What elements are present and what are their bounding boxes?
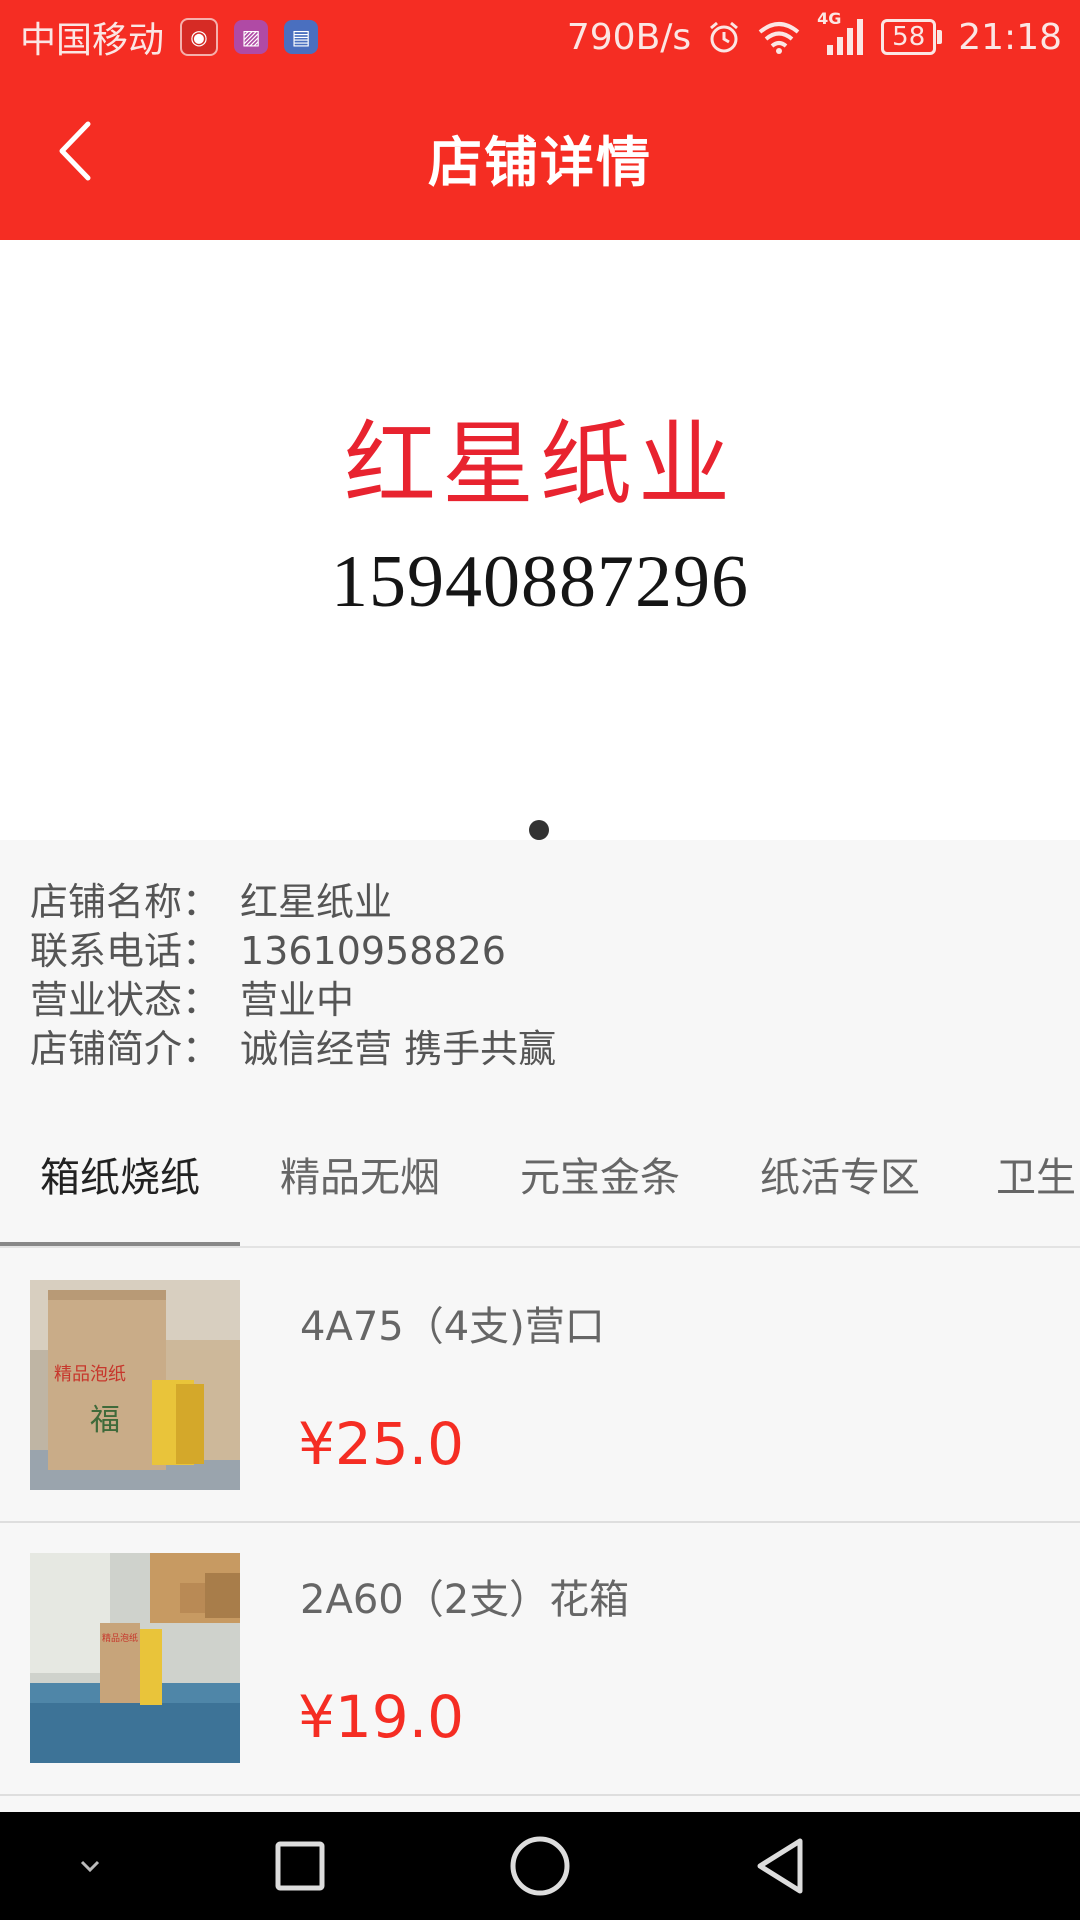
shop-banner[interactable]: 红星纸业 15940887296 [0, 240, 1080, 840]
status-bar-left: 中国移动 ◉ ▨ ▤ [20, 11, 319, 63]
info-row-status: 营业状态： 营业中 [30, 976, 1050, 1025]
signal-icon: 4G [817, 9, 865, 57]
banner-phone: 15940887296 [331, 541, 749, 623]
battery-level: 58 [892, 22, 926, 52]
tab-active-indicator [0, 1242, 240, 1246]
gallery-icon: ▨ [234, 20, 269, 54]
nav-back-button[interactable] [710, 1812, 850, 1920]
netease-music-icon: ◉ [180, 18, 219, 56]
tab-smokeless[interactable]: 精品无烟 [240, 1118, 480, 1246]
shop-info: 店铺名称： 红星纸业 联系电话： 13610958826 营业状态： 营业中 店… [30, 878, 1050, 1074]
recents-square-icon [275, 1841, 325, 1891]
category-tabs: 箱纸烧纸 精品无烟 元宝金条 纸活专区 卫生 [0, 1118, 1080, 1248]
box-char-text: 福 [90, 1403, 120, 1438]
battery-icon: 58 [881, 19, 943, 55]
alarm-icon [710, 21, 739, 53]
product-name: 4A75（4支)营口 [300, 1304, 605, 1350]
info-row-intro: 店铺简介： 诚信经营 携手共赢 [30, 1025, 1050, 1074]
product-item[interactable]: 精品泡纸 福 4A75（4支)营口 ¥25.0 [0, 1250, 1080, 1523]
info-value: 营业中 [240, 978, 355, 1022]
info-label: 店铺简介： [30, 1027, 221, 1071]
tab-ingots[interactable]: 元宝金条 [480, 1118, 720, 1246]
carousel-indicator-dot [529, 820, 549, 840]
file-icon: ▤ [284, 20, 319, 54]
back-triangle-icon [757, 1838, 803, 1894]
carrier-name: 中国移动 [20, 20, 165, 61]
chevron-left-icon [59, 121, 91, 181]
box-label-text: 精品泡纸 [54, 1364, 126, 1385]
banner-shop-name: 红星纸业 [343, 411, 736, 518]
info-label: 联系电话： [30, 929, 221, 973]
tab-paper-crafts[interactable]: 纸活专区 [720, 1118, 960, 1246]
system-nav-bar [0, 1812, 1080, 1920]
back-button[interactable] [50, 116, 110, 186]
info-value: 诚信经营 携手共赢 [240, 1027, 557, 1071]
info-label: 营业状态： [30, 978, 221, 1022]
tab-box-paper[interactable]: 箱纸烧纸 [0, 1118, 240, 1246]
status-bar: 中国移动 ◉ ▨ ▤ 790B/s 4G 58 21:18 [0, 0, 1080, 74]
product-price: ¥19.0 [298, 1683, 465, 1751]
tab-hygiene[interactable]: 卫生 [960, 1118, 1080, 1246]
product-name: 2A60（2支）花箱 [300, 1577, 630, 1623]
status-bar-right: 790B/s 4G 58 21:18 [566, 9, 1062, 58]
wifi-icon [758, 22, 800, 54]
title-bar: 店铺详情 [0, 74, 1080, 240]
info-row-name: 店铺名称： 红星纸业 [30, 878, 1050, 927]
collapse-chevron-icon [80, 1860, 100, 1873]
product-image: 精品泡纸 福 [30, 1280, 240, 1490]
home-circle-icon [510, 1836, 570, 1896]
info-value: 红星纸业 [240, 880, 393, 924]
info-row-phone: 联系电话： 13610958826 [30, 927, 1050, 976]
info-label: 店铺名称： [30, 880, 221, 924]
box-label-text: 精品泡纸 [102, 1632, 138, 1644]
product-item[interactable]: 精品泡纸 2A60（2支）花箱 ¥19.0 [0, 1523, 1080, 1796]
info-value-phone[interactable]: 13610958826 [240, 927, 506, 976]
network-speed: 790B/s [566, 16, 692, 58]
page-title: 店铺详情 [428, 130, 652, 194]
nav-collapse-button[interactable] [20, 1812, 160, 1920]
nav-home-button[interactable] [470, 1812, 610, 1920]
product-price: ¥25.0 [298, 1410, 465, 1478]
clock: 21:18 [958, 16, 1062, 58]
product-image: 精品泡纸 [30, 1553, 240, 1763]
nav-recents-button[interactable] [230, 1812, 370, 1920]
